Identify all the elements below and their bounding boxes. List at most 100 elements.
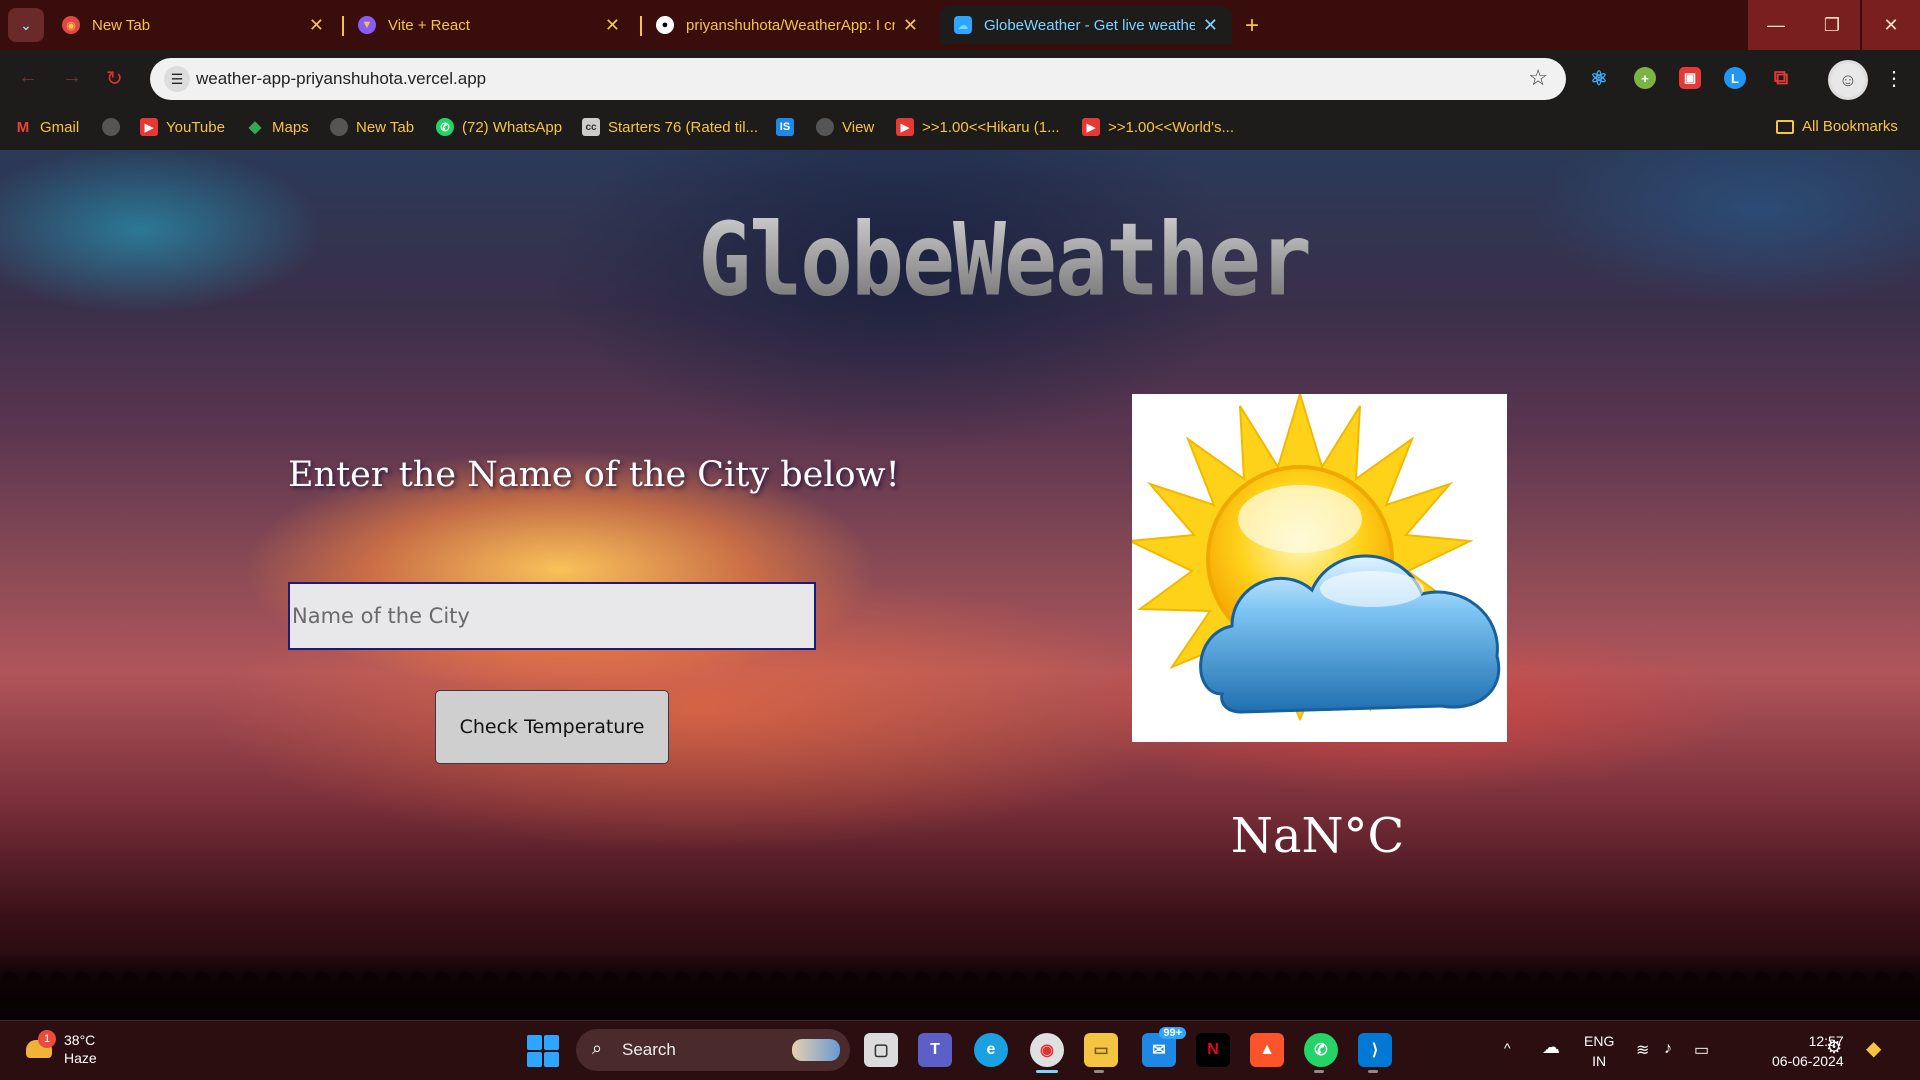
- battery-icon[interactable]: ▭: [1694, 1040, 1709, 1060]
- taskbar-condition: Haze: [64, 1050, 97, 1066]
- minimize-button[interactable]: —: [1748, 0, 1804, 50]
- tray-overflow-chevron-icon[interactable]: ^: [1504, 1040, 1511, 1056]
- youtube-icon: ▶: [140, 118, 158, 136]
- site-info-icon[interactable]: ☰: [164, 66, 190, 92]
- bookmark-is[interactable]: IS: [776, 118, 802, 136]
- bookmark-star-icon[interactable]: ☆: [1528, 65, 1548, 91]
- tab-new-tab[interactable]: ◉ New Tab ✕: [48, 6, 338, 44]
- bookmark-globe[interactable]: [102, 118, 128, 136]
- address-bar[interactable]: ☰ weather-app-priyanshuhota.vercel.app ☆: [150, 58, 1566, 100]
- running-app-indicator: [1368, 1070, 1378, 1073]
- weather-page: GlobeWeather Enter the Name of the City …: [0, 150, 1920, 1020]
- tab-title: priyanshuhota/WeatherApp: I cr: [686, 16, 895, 34]
- address-text[interactable]: weather-app-priyanshuhota.vercel.app: [196, 69, 486, 89]
- github-icon: ●: [656, 16, 674, 34]
- bookmark-gmail[interactable]: M Gmail: [14, 118, 79, 136]
- file-explorer-icon[interactable]: ▭: [1084, 1033, 1118, 1067]
- brave-icon[interactable]: ▲: [1250, 1033, 1284, 1067]
- vscode-icon[interactable]: ⟩: [1358, 1033, 1392, 1067]
- language-code: ENG: [1584, 1033, 1615, 1049]
- windows-start-button[interactable]: [527, 1035, 559, 1067]
- language-indicator[interactable]: ENG IN: [1584, 1031, 1614, 1071]
- tab-title: New Tab: [92, 16, 151, 34]
- app-title: GlobeWeather: [0, 200, 1920, 318]
- close-window-button[interactable]: ✕: [1862, 0, 1920, 50]
- extension-plus-icon[interactable]: +: [1634, 67, 1656, 89]
- bookmark-label: >>1.00<<Hikaru (1...: [922, 118, 1060, 136]
- running-app-indicator: [1094, 1070, 1104, 1073]
- all-bookmarks-button[interactable]: All Bookmarks: [1776, 118, 1898, 135]
- chevron-down-icon: ⌄: [20, 16, 32, 33]
- taskbar-search[interactable]: ⌕ Search: [576, 1029, 850, 1071]
- notification-gear-icon[interactable]: ⚙: [1826, 1037, 1842, 1058]
- close-icon[interactable]: ✕: [309, 15, 324, 36]
- bookmark-label: YouTube: [166, 118, 225, 136]
- onedrive-icon[interactable]: ☁: [1542, 1037, 1560, 1058]
- taskbar-weather-widget[interactable]: 1 38°C Haze: [22, 1030, 102, 1070]
- close-icon[interactable]: ✕: [605, 15, 620, 36]
- all-bookmarks-label: All Bookmarks: [1802, 118, 1898, 135]
- profile-avatar[interactable]: ☺: [1828, 60, 1868, 100]
- bookmark-label: Maps: [272, 118, 309, 136]
- extension-blue-icon[interactable]: L: [1724, 67, 1746, 89]
- bookmark-label: Starters 76 (Rated til...: [608, 118, 759, 136]
- mail-icon[interactable]: ✉ 99+: [1142, 1027, 1186, 1067]
- extensions-puzzle-icon[interactable]: ⧉: [1770, 67, 1792, 89]
- search-icon: ⌕: [592, 1038, 603, 1058]
- bookmark-label: Gmail: [40, 118, 80, 136]
- mail-badge: 99+: [1159, 1027, 1186, 1039]
- back-button[interactable]: ←: [18, 66, 38, 89]
- reload-button[interactable]: ↻: [106, 66, 123, 91]
- search-label: Search: [622, 1040, 676, 1059]
- volume-icon[interactable]: ♪: [1664, 1040, 1672, 1058]
- globe-icon: [102, 118, 120, 136]
- notification-badge: 1: [38, 1030, 56, 1048]
- bookmark-worlds[interactable]: ▶ >>1.00<<World's...: [1082, 118, 1234, 136]
- bookmark-whatsapp[interactable]: ✆ (72) WhatsApp: [436, 118, 562, 136]
- tab-search-button[interactable]: ⌄: [8, 8, 44, 42]
- forward-button[interactable]: →: [62, 66, 82, 89]
- bookmark-label: New Tab: [356, 118, 415, 136]
- bookmark-maps[interactable]: ◆ Maps: [246, 118, 309, 137]
- new-tab-button[interactable]: +: [1245, 12, 1259, 40]
- bookmark-hikaru[interactable]: ▶ >>1.00<<Hikaru (1...: [896, 118, 1060, 136]
- bookmark-codechef[interactable]: cc Starters 76 (Rated til...: [582, 118, 758, 136]
- city-input[interactable]: [288, 582, 816, 650]
- more-menu-icon[interactable]: ⋮: [1884, 66, 1904, 91]
- restore-button[interactable]: ❐: [1804, 0, 1860, 50]
- gmail-icon: M: [16, 118, 30, 136]
- close-icon[interactable]: ✕: [903, 15, 918, 36]
- wifi-icon[interactable]: ≋: [1636, 1040, 1649, 1060]
- bookmark-view[interactable]: View: [816, 118, 874, 136]
- tab-globeweather[interactable]: ☁ GlobeWeather - Get live weathe ✕: [940, 6, 1232, 44]
- region-code: IN: [1592, 1053, 1607, 1069]
- bookmark-label: (72) WhatsApp: [462, 118, 563, 136]
- whatsapp-icon[interactable]: ✆: [1304, 1033, 1338, 1067]
- copilot-icon[interactable]: ◆: [1866, 1036, 1881, 1061]
- bookmark-new-tab[interactable]: New Tab: [330, 118, 414, 136]
- folder-icon: [1776, 119, 1794, 134]
- chrome-icon: ◉: [62, 16, 80, 34]
- netflix-icon[interactable]: N: [1196, 1033, 1230, 1067]
- edge-icon[interactable]: e: [974, 1033, 1008, 1067]
- tab-title: GlobeWeather - Get live weathe: [984, 16, 1195, 34]
- globe-icon: [330, 118, 348, 136]
- extension-red-icon[interactable]: ▣: [1679, 67, 1701, 89]
- bookmark-label: View: [842, 118, 875, 136]
- chrome-icon[interactable]: ◉: [1030, 1033, 1064, 1067]
- globeweather-icon: ☁: [954, 16, 972, 34]
- check-temperature-button[interactable]: Check Temperature: [435, 690, 669, 764]
- youtube-icon: ▶: [1082, 118, 1100, 136]
- tab-vite-react[interactable]: ▼ Vite + React ✕: [344, 6, 634, 44]
- weather-image: [1132, 394, 1507, 742]
- is-icon: IS: [776, 118, 794, 136]
- whatsapp-icon: ✆: [436, 118, 454, 136]
- close-icon[interactable]: ✕: [1203, 15, 1218, 36]
- search-highlight-art: [792, 1039, 840, 1061]
- bookmark-youtube[interactable]: ▶ YouTube: [140, 118, 225, 136]
- react-devtools-icon[interactable]: ⚛: [1588, 67, 1610, 90]
- task-view-icon[interactable]: ▢: [864, 1033, 898, 1067]
- codechef-icon: cc: [582, 118, 600, 136]
- tab-github[interactable]: ● priyanshuhota/WeatherApp: I cr ✕: [642, 6, 932, 44]
- teams-icon[interactable]: T: [918, 1033, 952, 1067]
